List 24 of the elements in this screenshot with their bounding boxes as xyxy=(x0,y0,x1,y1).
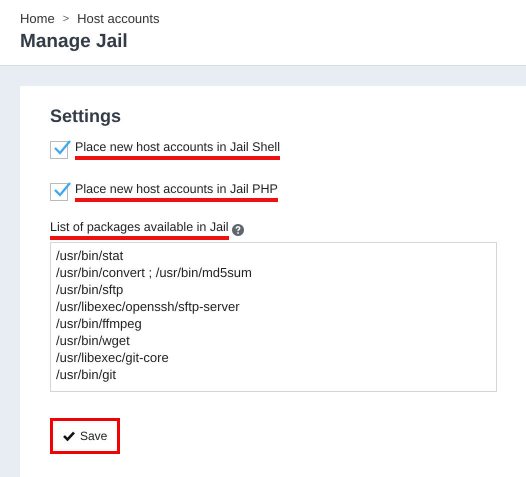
breadcrumb-link[interactable]: Home xyxy=(20,11,55,26)
package-line: /usr/bin/git xyxy=(56,366,117,383)
package-line: /usr/bin/sftp xyxy=(56,281,124,298)
package-line: /usr/libexec/git-core xyxy=(56,349,170,366)
package-line: /usr/bin/convert ; /usr/bin/md5sum xyxy=(56,264,253,281)
checkbox-label: Place new host accounts in Jail PHP xyxy=(75,182,278,202)
section-title: Settings xyxy=(50,106,122,127)
packages-field[interactable]: /usr/bin/stat /usr/bin/convert ; /usr/bin/md5sum /usr/bin/sftp /usr/libexec/openssh/sftp-server /usr/bin/ffmpeg /usr/bin/wget /usr/libexec/git-core /usr/bin/git xyxy=(50,242,497,392)
package-line: /usr/libexec/openssh/sftp-server xyxy=(56,298,241,315)
checkbox-label: Place new host accounts in Jail Shell xyxy=(75,140,280,160)
package-line: /usr/bin/wget xyxy=(56,332,131,349)
checkbox[interactable] xyxy=(50,141,68,159)
package-line: /usr/bin/stat xyxy=(56,247,124,264)
check-icon xyxy=(53,181,71,197)
field-label: List of packages available in Jail xyxy=(50,220,229,240)
page-title: Manage Jail xyxy=(20,31,129,53)
check-icon xyxy=(53,139,71,155)
breadcrumb-separator: > xyxy=(62,12,70,24)
check-icon xyxy=(63,431,75,441)
breadcrumb-link[interactable]: Host accounts xyxy=(77,11,160,26)
save-button[interactable]: Save xyxy=(50,418,120,454)
help-icon[interactable] xyxy=(232,224,244,236)
checkbox[interactable] xyxy=(50,183,68,201)
package-line: /usr/bin/ffmpeg xyxy=(56,315,143,332)
